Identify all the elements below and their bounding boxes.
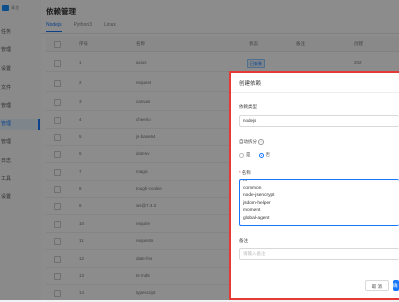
name-textarea[interactable]: fs common node-jsencrypt jsdom-helper mo… xyxy=(239,179,399,226)
required-mark: * xyxy=(239,170,241,175)
name-line: jsdom-helper xyxy=(243,200,271,206)
radio-yes[interactable]: 是 xyxy=(239,152,251,158)
radio-yes-label: 是 xyxy=(246,152,251,157)
create-dependency-modal: 创建依赖 依赖类型 nodejs 自动拆分? 是 否 *名称 fs common… xyxy=(229,71,399,300)
modal-divider xyxy=(231,92,399,93)
radio-no-label: 否 xyxy=(265,152,271,157)
modal-title: 创建依赖 xyxy=(239,81,262,87)
name-label-text: 名称 xyxy=(241,170,251,175)
radio-no[interactable]: 否 xyxy=(258,152,271,158)
name-label: *名称 xyxy=(239,170,251,176)
confirm-button[interactable]: 确 xyxy=(393,280,399,291)
name-line: common xyxy=(243,185,262,191)
auto-split-label: 自动拆分? xyxy=(239,139,264,145)
auto-split-radio-group: 是 否 xyxy=(239,152,270,158)
modal-footer: 取 消 确 xyxy=(364,280,399,291)
watermark: CSDN @青龙 xyxy=(372,292,397,297)
remark-label: 备注 xyxy=(239,238,248,243)
auto-split-label-text: 自动拆分 xyxy=(239,139,257,145)
name-line: node-jsencrypt xyxy=(243,193,275,198)
help-icon[interactable]: ? xyxy=(258,139,264,145)
name-line: global-agent xyxy=(243,215,270,221)
radio-no-circle[interactable] xyxy=(258,152,264,158)
remark-input[interactable]: 请输入备注 xyxy=(239,248,399,260)
radio-yes-circle[interactable] xyxy=(239,152,244,158)
name-line: moment xyxy=(243,208,261,213)
dependency-type-label: 依赖类型 xyxy=(239,104,257,109)
dependency-type-select[interactable]: nodejs xyxy=(239,115,399,127)
cancel-button[interactable]: 取 消 xyxy=(364,280,389,291)
